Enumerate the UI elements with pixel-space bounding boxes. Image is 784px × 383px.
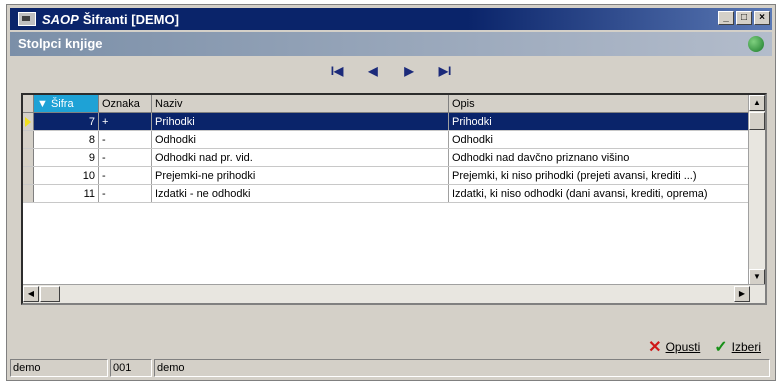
table-row[interactable]: 8 - Odhodki Odhodki	[23, 130, 756, 149]
window-controls: _ □ ×	[716, 11, 770, 25]
column-header-opis[interactable]: Opis	[448, 95, 756, 113]
cell-naziv[interactable]: Odhodki nad pr. vid.	[151, 148, 449, 167]
cell-sifra[interactable]: 7	[33, 112, 99, 131]
action-bar: ✕ Opusti ✓ Izberi	[648, 337, 761, 357]
cancel-x-icon: ✕	[648, 339, 662, 356]
scroll-right-icon[interactable]: ▶	[734, 286, 750, 302]
column-header-oznaka[interactable]: Oznaka	[98, 95, 152, 113]
select-label: Izberi	[731, 340, 761, 354]
cell-opis[interactable]: Odhodki nad davčno priznano višino	[448, 148, 756, 167]
app-icon	[18, 12, 36, 26]
sort-desc-icon: ▼	[37, 97, 51, 110]
cell-sifra[interactable]: 9	[33, 148, 99, 167]
section-header: Stolpci knjige	[10, 32, 772, 56]
status-company: demo	[154, 359, 770, 377]
brand-label: SAOP	[42, 11, 79, 27]
data-grid[interactable]: ▼ Šifra Oznaka Naziv Opis 7 + Prihodki P…	[21, 93, 767, 305]
cell-opis[interactable]: Izdatki, ki niso odhodki (dani avansi, k…	[448, 184, 756, 203]
cell-sifra[interactable]: 11	[33, 184, 99, 203]
cell-naziv[interactable]: Odhodki	[151, 130, 449, 149]
select-button[interactable]: ✓ Izberi	[714, 337, 761, 357]
close-button[interactable]: ×	[754, 11, 770, 25]
cell-opis[interactable]: Prejemki, ki niso prihodki (prejeti avan…	[448, 166, 756, 185]
table-row[interactable]: 11 - Izdatki - ne odhodki Izdatki, ki ni…	[23, 184, 756, 203]
window-title: Šifranti [DEMO]	[82, 11, 179, 27]
cell-oznaka[interactable]: -	[98, 184, 152, 203]
checkmark-icon: ✓	[714, 339, 728, 356]
cell-oznaka[interactable]: -	[98, 130, 152, 149]
cell-naziv[interactable]: Izdatki - ne odhodki	[151, 184, 449, 203]
cell-opis[interactable]: Odhodki	[448, 130, 756, 149]
hscroll-thumb[interactable]	[40, 286, 60, 302]
cell-oznaka[interactable]: +	[98, 112, 152, 131]
horizontal-scrollbar[interactable]: ◀ ▶	[23, 284, 765, 303]
scroll-left-icon[interactable]: ◀	[23, 286, 39, 302]
column-label: Šifra	[50, 97, 74, 110]
row-indicator	[23, 112, 34, 131]
scroll-down-icon[interactable]: ▼	[749, 269, 765, 285]
maximize-button[interactable]: □	[736, 11, 752, 25]
row-indicator	[23, 148, 34, 167]
cancel-label: Opusti	[665, 340, 701, 354]
grid-header-row: ▼ Šifra Oznaka Naziv Opis	[23, 95, 756, 113]
row-indicator	[23, 130, 34, 149]
column-header-sifra[interactable]: ▼ Šifra	[33, 95, 99, 113]
cell-naziv[interactable]: Prejemki-ne prihodki	[151, 166, 449, 185]
next-record-button[interactable]: ▶	[400, 62, 418, 80]
prev-record-button[interactable]: ◀	[364, 62, 382, 80]
section-title: Stolpci knjige	[18, 36, 103, 51]
globe-icon[interactable]	[748, 36, 764, 52]
app-window: SAOP Šifranti [DEMO] _ □ × Stolpci knjig…	[6, 4, 776, 381]
row-indicator-header	[23, 95, 34, 113]
cell-oznaka[interactable]: -	[98, 148, 152, 167]
row-indicator	[23, 166, 34, 185]
cell-naziv[interactable]: Prihodki	[151, 112, 449, 131]
title-bar: SAOP Šifranti [DEMO] _ □ ×	[10, 8, 772, 30]
cell-oznaka[interactable]: -	[98, 166, 152, 185]
vertical-scrollbar[interactable]: ▲ ▼	[748, 95, 765, 285]
column-header-naziv[interactable]: Naziv	[151, 95, 449, 113]
record-navigator: I◀ ◀ ▶ ▶I	[7, 62, 775, 84]
status-bar: demo 001 demo	[10, 359, 772, 377]
table-row[interactable]: 10 - Prejemki-ne prihodki Prejemki, ki n…	[23, 166, 756, 185]
cell-opis[interactable]: Prihodki	[448, 112, 756, 131]
scroll-thumb[interactable]	[749, 112, 765, 130]
last-record-button[interactable]: ▶I	[436, 62, 454, 80]
minimize-button[interactable]: _	[718, 11, 734, 25]
row-indicator	[23, 184, 34, 203]
status-user: demo	[10, 359, 108, 377]
table-row[interactable]: 7 + Prihodki Prihodki	[23, 112, 756, 131]
status-code: 001	[110, 359, 152, 377]
first-record-button[interactable]: I◀	[328, 62, 346, 80]
scroll-up-icon[interactable]: ▲	[749, 95, 765, 111]
table-row[interactable]: 9 - Odhodki nad pr. vid. Odhodki nad dav…	[23, 148, 756, 167]
cancel-button[interactable]: ✕ Opusti	[648, 337, 700, 357]
cell-sifra[interactable]: 8	[33, 130, 99, 149]
cell-sifra[interactable]: 10	[33, 166, 99, 185]
